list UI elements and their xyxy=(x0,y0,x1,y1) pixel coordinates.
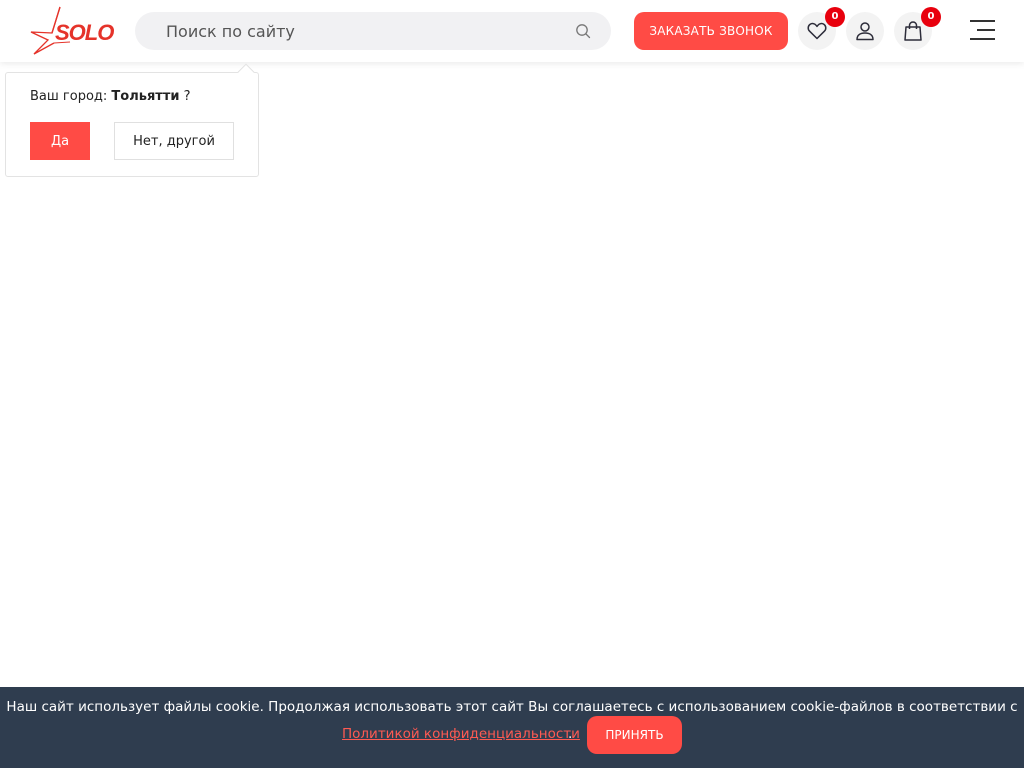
user-icon xyxy=(856,22,874,41)
cart-count-badge: 0 xyxy=(921,7,941,27)
logo-text: SOLO xyxy=(55,20,114,45)
city-confirm-popup: Ваш город: Тольятти ? Да Нет, другой xyxy=(5,63,259,177)
logo[interactable]: SOLO xyxy=(30,6,114,56)
search-icon[interactable] xyxy=(575,23,591,39)
burger-menu-icon[interactable] xyxy=(970,20,995,41)
cart-button[interactable]: 0 xyxy=(894,7,941,50)
site-header: SOLO ЗАКАЗАТЬ ЗВОНОК 0 0 xyxy=(0,0,1024,62)
search-input[interactable] xyxy=(135,12,565,50)
city-question-prefix: Ваш город: xyxy=(30,89,108,104)
favorites-button[interactable]: 0 xyxy=(798,7,845,50)
cookie-banner: Наш сайт использует файлы cookie. Продол… xyxy=(0,687,1024,768)
city-no-button[interactable]: Нет, другой xyxy=(114,122,234,160)
heart-icon xyxy=(807,22,827,40)
order-call-button[interactable]: ЗАКАЗАТЬ ЗВОНОК xyxy=(634,12,788,50)
bag-icon xyxy=(904,21,922,41)
city-yes-button[interactable]: Да xyxy=(30,122,90,160)
city-question-suffix: ? xyxy=(183,89,191,104)
popup-arrow xyxy=(237,63,255,81)
cookie-link-suffix: . xyxy=(568,726,573,742)
city-name: Тольятти xyxy=(111,89,180,104)
privacy-policy-link[interactable]: Политикой конфиденциальности xyxy=(342,726,580,742)
profile-button[interactable] xyxy=(846,12,884,50)
cookie-accept-button[interactable]: ПРИНЯТЬ xyxy=(587,716,682,754)
search-bar xyxy=(135,12,611,50)
favorites-count-badge: 0 xyxy=(825,7,845,27)
cookie-text: Наш сайт использует файлы cookie. Продол… xyxy=(6,699,1018,715)
city-question: Ваш город: Тольятти ? xyxy=(30,89,191,104)
